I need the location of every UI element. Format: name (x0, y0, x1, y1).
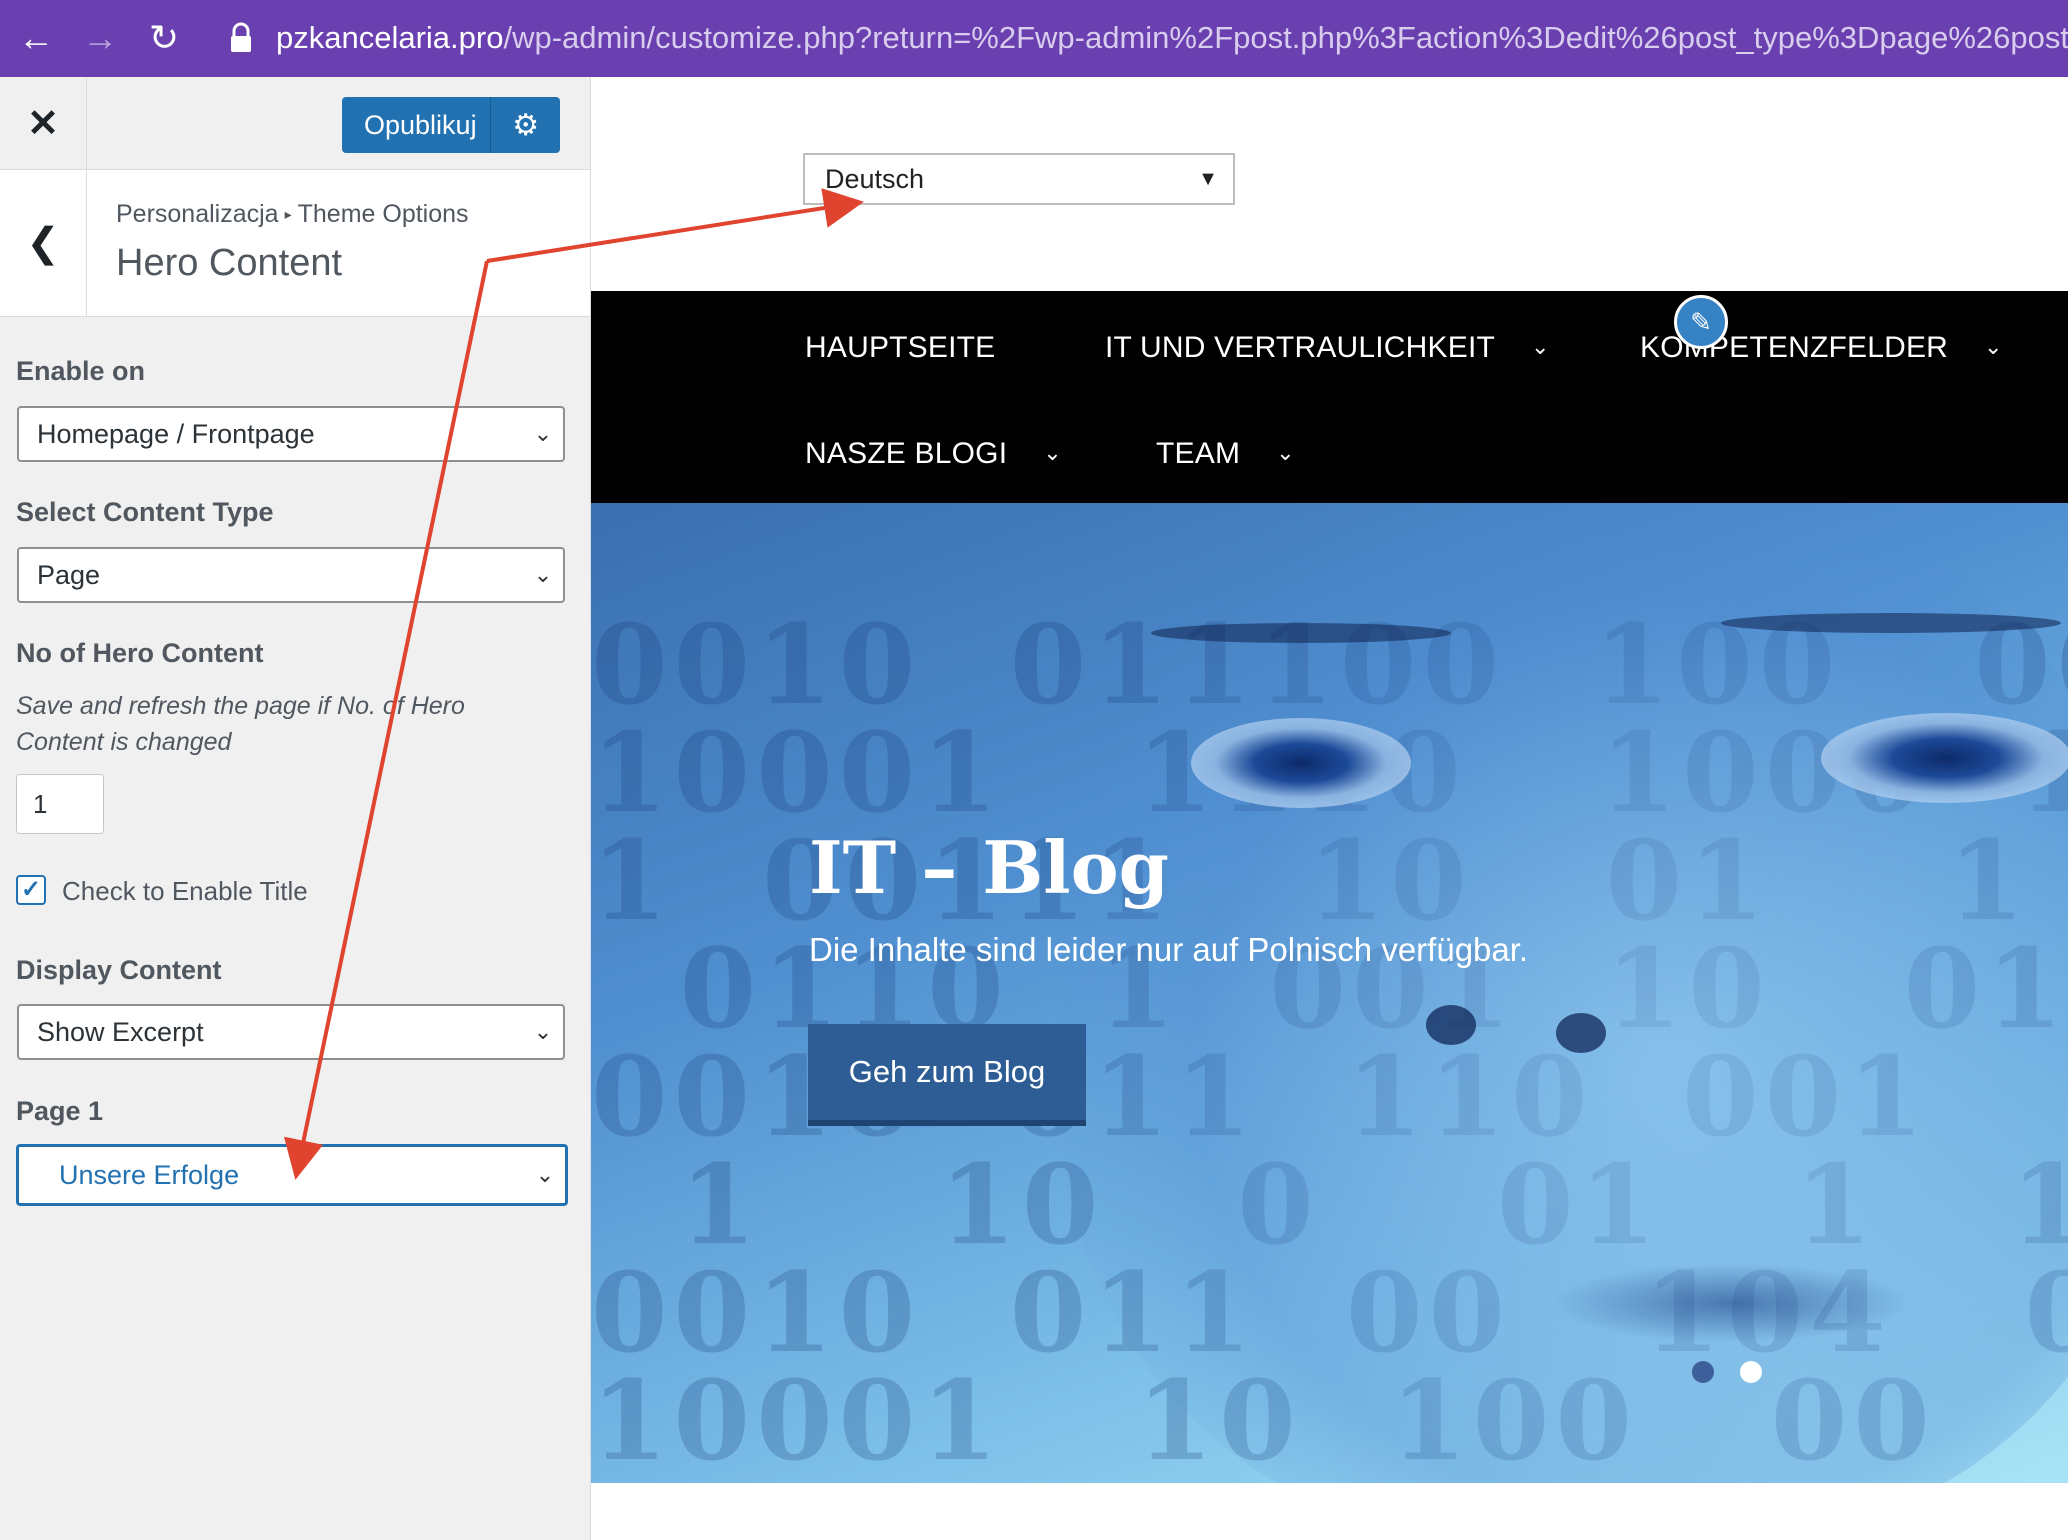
publish-button[interactable]: Opublikuj ⚙ (342, 97, 560, 153)
enable-title-label[interactable]: Check to Enable Title (62, 876, 308, 907)
hero-count-description: Save and refresh the page if No. of Hero… (16, 692, 465, 756)
face-brow (1721, 613, 2061, 633)
nav-item-nasze-blogi[interactable]: NASZE BLOGI ⌄ (805, 437, 1062, 471)
content-type-label: Select Content Type (16, 497, 274, 527)
face-lips (1551, 1263, 1911, 1343)
slider-dot-2[interactable] (1740, 1361, 1762, 1383)
chevron-down-icon: ⌄ (533, 421, 553, 446)
hero-text: Die Inhalte sind leider nur auf Polnisch… (809, 931, 1529, 968)
nav-item-label: NASZE BLOGI (805, 437, 1008, 470)
breadcrumb-root: Personalizacja (116, 200, 279, 228)
publish-label: Opublikuj (364, 109, 477, 140)
customizer-sidebar: ✕ Opublikuj ⚙ ❮ Personalizacja ▸ Theme Opt… (0, 77, 591, 1540)
breadcrumb-separator-icon: ▸ (284, 206, 292, 222)
chevron-down-icon: ⌄ (535, 1162, 555, 1187)
face-eye (1191, 718, 1411, 808)
page1-select[interactable]: Unsere Erfolge ⌄ (16, 1144, 568, 1206)
main-navigation: HAUPTSEITE IT UND VERTRAULICHKEIT ⌄ KOMPE… (591, 291, 2068, 503)
slider-dot-1[interactable] (1692, 1361, 1714, 1383)
forward-arrow-icon[interactable]: → (76, 14, 124, 62)
page1-value: Unsere Erfolge (59, 1159, 240, 1190)
enable-on-value: Homepage / Frontpage (37, 418, 315, 449)
nav-item-hauptseite[interactable]: HAUPTSEITE (805, 331, 995, 365)
content-type-select[interactable]: Page ⌄ (17, 547, 565, 603)
nav-item-label: HAUPTSEITE (805, 331, 996, 364)
chevron-down-icon: ⌄ (1984, 334, 2003, 359)
section-title: Hero Content (116, 242, 343, 284)
face-nostril (1426, 1005, 1476, 1045)
chevron-down-icon: ⌄ (533, 1019, 553, 1044)
address-bar[interactable]: pzkancelaria.pro/wp-admin/customize.php?… (276, 14, 2068, 62)
section-header: ❮ Personalizacja ▸ Theme Options Hero Cont… (0, 170, 590, 317)
edit-pencil-icon[interactable]: ✎ (1674, 295, 1728, 349)
reload-icon[interactable]: ↻ (140, 14, 188, 62)
enable-on-label: Enable on (16, 356, 146, 386)
breadcrumb-section: Theme Options (297, 200, 469, 228)
customizer-header: ✕ Opublikuj ⚙ (0, 77, 590, 170)
site-preview: Deutsch ▼ HAUPTSEITE IT UND VERTRAULICHK… (591, 77, 2068, 1540)
content-type-value: Page (37, 559, 101, 590)
enable-on-select[interactable]: Homepage / Frontpage ⌄ (17, 406, 565, 462)
hero-count-input[interactable]: 1 (16, 774, 104, 834)
url-domain: pzkancelaria.pro (276, 20, 504, 55)
face-image (1061, 503, 2068, 1483)
chevron-down-icon: ⌄ (1043, 440, 1062, 465)
url-path: /wp-admin/customize.php?return=%2Fwp-adm… (503, 20, 2068, 55)
display-content-select[interactable]: Show Excerpt ⌄ (17, 1004, 565, 1060)
chevron-down-icon: ⌄ (533, 562, 553, 587)
language-value: Deutsch (825, 163, 925, 194)
lock-icon (231, 22, 251, 52)
hero-slider: 0010 011100 100 00 1111 10001 1110 1000 … (591, 503, 2068, 1483)
language-select[interactable]: Deutsch ▼ (803, 153, 1235, 205)
triangle-down-icon: ▼ (1198, 167, 1218, 190)
nav-item-it-und-vertraulichkeit[interactable]: IT UND VERTRAULICHKEIT ⌄ (1105, 331, 1550, 365)
nav-item-label: TEAM (1156, 437, 1241, 470)
face-nostril (1556, 1013, 1606, 1053)
page1-label: Page 1 (16, 1096, 104, 1126)
chevron-down-icon: ⌄ (1531, 334, 1550, 359)
hero-button[interactable]: Geh zum Blog (808, 1024, 1086, 1126)
breadcrumb: Personalizacja ▸ Theme Options (116, 200, 469, 229)
face-eye (1821, 713, 2068, 803)
close-icon[interactable]: ✕ (0, 77, 87, 169)
nav-item-label: IT UND VERTRAULICHKEIT (1105, 331, 1496, 364)
hero-count-label: No of Hero Content (16, 638, 264, 668)
hero-title: IT – Blog (809, 825, 1169, 910)
display-content-label: Display Content (16, 955, 222, 985)
chevron-left-icon[interactable]: ❮ (0, 170, 87, 316)
nav-item-team[interactable]: TEAM ⌄ (1156, 437, 1295, 471)
enable-title-checkbox[interactable]: ✓ (16, 875, 46, 905)
back-arrow-icon[interactable]: ← (12, 14, 60, 62)
face-brow (1151, 623, 1451, 643)
chevron-down-icon: ⌄ (1276, 440, 1295, 465)
display-content-value: Show Excerpt (37, 1016, 204, 1047)
browser-toolbar: ← → ↻ pzkancelaria.pro/wp-admin/customiz… (0, 0, 2068, 77)
gear-icon[interactable]: ⚙ (491, 108, 560, 143)
